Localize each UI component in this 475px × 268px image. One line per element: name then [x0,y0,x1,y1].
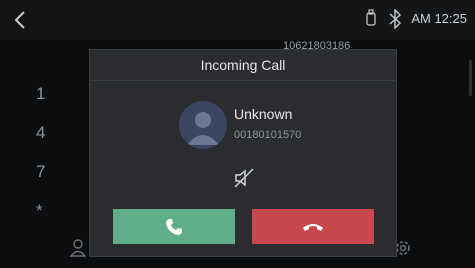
bluetooth-icon [389,9,402,29]
person-icon [187,112,219,145]
caller-number: 00180101570 [234,129,302,141]
dial-key[interactable]: 1 [36,84,45,104]
dialog-title: Incoming Call [90,50,396,81]
incoming-call-dialog: Incoming Call Unknown 00180101570 [89,49,397,257]
dial-key[interactable]: 4 [36,123,45,143]
phone-answer-icon [166,218,182,235]
phone-hangup-icon [303,223,323,231]
dial-key[interactable]: 7 [36,162,45,182]
dialpad-background [0,40,100,268]
clock: AM 12:25 [411,11,467,26]
dial-key[interactable]: * [36,201,43,221]
accept-call-button[interactable] [113,209,235,244]
contacts-icon[interactable] [70,238,86,258]
speaker-muted-icon[interactable] [233,167,255,189]
caller-name: Unknown [234,106,293,122]
status-bar: AM 12:25 [0,0,475,40]
phone-device-icon [366,9,376,26]
scrollbar[interactable] [469,60,472,96]
avatar [179,101,227,149]
back-icon[interactable] [10,8,32,32]
reject-call-button[interactable] [252,209,374,244]
